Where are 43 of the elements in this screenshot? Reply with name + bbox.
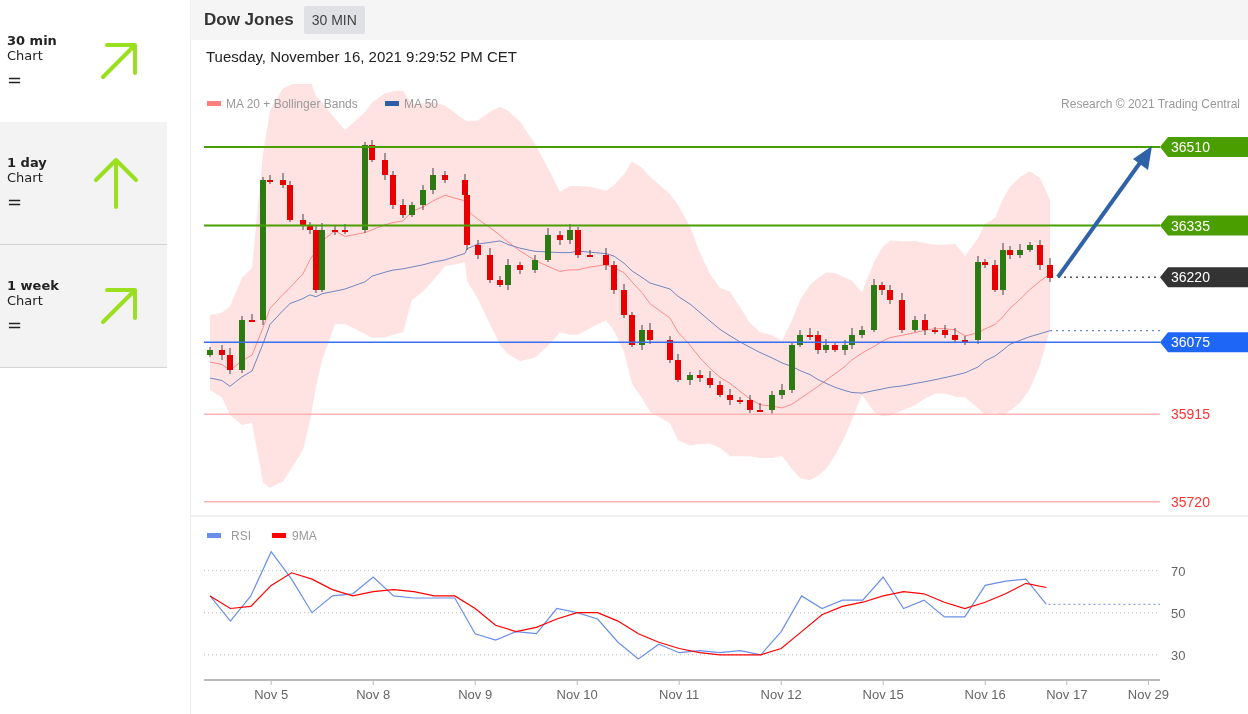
x-tick-label: Nov 8 <box>356 687 391 702</box>
arrow-up-icon <box>93 157 139 209</box>
neutral-symbol: = <box>7 313 24 335</box>
x-tick-label: Nov 16 <box>964 687 1006 702</box>
x-tick-label: Nov 29 <box>1127 687 1169 702</box>
price-level-tag: 36220 <box>1160 267 1248 288</box>
legend-swatch <box>272 533 286 538</box>
instrument-title: Dow Jones <box>204 10 294 30</box>
y-tick-label: 50 <box>1171 605 1186 621</box>
credit-text: Research © 2021 Trading Central <box>1061 97 1240 111</box>
y-tick-label: 70 <box>1171 563 1186 579</box>
price-level-tag: 36075 <box>1160 332 1248 353</box>
timeframe-label: 1 week <box>7 277 59 293</box>
legend-label: 9MA <box>292 529 317 543</box>
arrow-up-right-icon <box>99 41 139 81</box>
price-level-tag: 36335 <box>1160 215 1248 236</box>
legend-label: RSI <box>231 529 251 543</box>
timeframe-card[interactable]: 1 day Chart = <box>0 122 167 245</box>
price-level-label: 35915 <box>1171 406 1210 423</box>
timestamp: Tuesday, November 16, 2021 9:29:52 PM CET <box>205 47 518 67</box>
legend-label: MA 20 + Bollinger Bands <box>226 97 358 111</box>
price-level-label: 35720 <box>1171 493 1210 510</box>
timeframe-label: 30 min <box>7 32 57 48</box>
chart-label: Chart <box>7 47 44 63</box>
timeframe-card[interactable]: 1 week Chart = <box>0 245 167 368</box>
price-level-tag: 36510 <box>1160 137 1248 157</box>
x-tick-label: Nov 5 <box>254 687 289 702</box>
y-tick-label: 30 <box>1171 647 1186 663</box>
x-tick-label: Nov 12 <box>760 687 802 702</box>
legend-swatch <box>207 533 221 538</box>
neutral-symbol: = <box>7 190 24 212</box>
x-tick-label: Nov 11 <box>659 687 700 702</box>
x-tick-label: Nov 15 <box>862 687 904 702</box>
timeframe-label: 1 day <box>7 154 47 170</box>
arrow-up-right-icon <box>99 286 139 326</box>
neutral-symbol: = <box>7 68 24 90</box>
chart-label: Chart <box>7 292 44 308</box>
interval-button[interactable]: 30 MIN <box>303 6 365 34</box>
x-tick-label: Nov 17 <box>1046 687 1088 702</box>
legend-label: MA 50 <box>404 97 439 111</box>
x-tick-label: Nov 9 <box>458 687 493 702</box>
x-tick-label: Nov 10 <box>556 687 598 702</box>
chart-label: Chart <box>7 169 43 185</box>
